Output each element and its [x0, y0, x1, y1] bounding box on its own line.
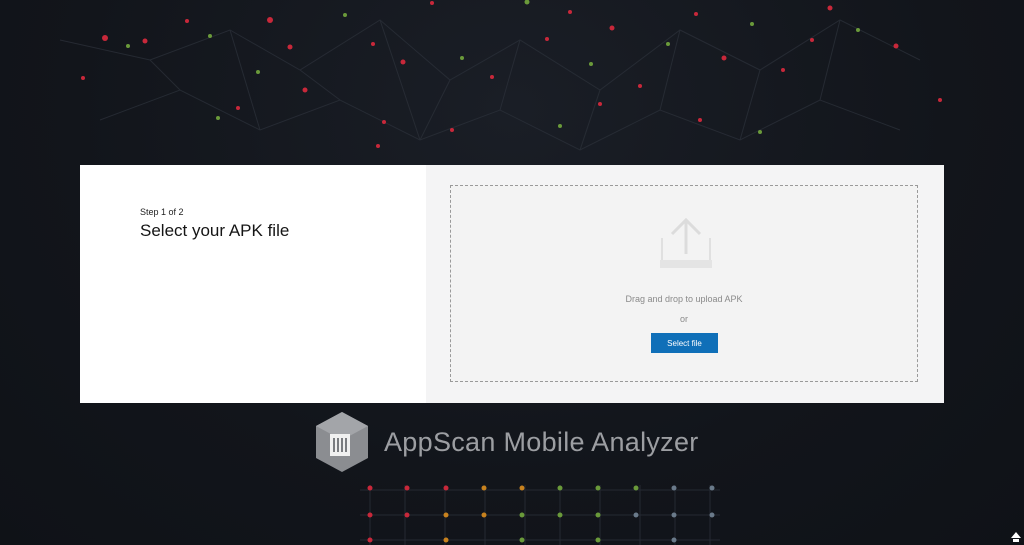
select-file-button[interactable]: Select file [651, 333, 718, 353]
appscan-logo-icon [316, 412, 368, 472]
step-label: Step 1 of 2 [140, 207, 184, 217]
upload-card: Step 1 of 2 Select your APK file Drag an… [80, 165, 944, 403]
step-panel: Step 1 of 2 Select your APK file [80, 165, 426, 403]
drop-instructions: Drag and drop to upload APK [625, 294, 743, 304]
page-title: Select your APK file [140, 221, 290, 240]
upload-panel: Drag and drop to upload APK or Select fi… [426, 165, 944, 403]
upload-icon [660, 217, 712, 268]
brand: AppScan Mobile Analyzer [314, 410, 699, 474]
product-name: AppScan Mobile Analyzer [384, 426, 699, 457]
apk-dropzone[interactable]: Drag and drop to upload APK or Select fi… [450, 185, 918, 382]
scroll-up-icon[interactable] [1010, 531, 1022, 543]
or-separator: or [679, 314, 688, 324]
app-screen: Step 1 of 2 Select your APK file Drag an… [0, 0, 1024, 545]
